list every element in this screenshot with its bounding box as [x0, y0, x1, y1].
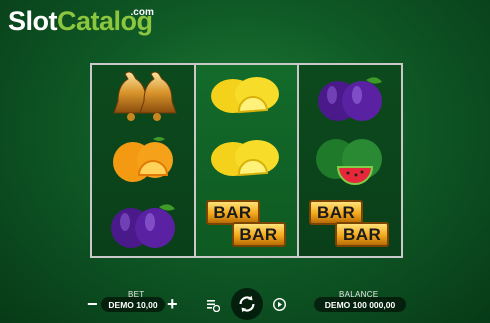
- spin-button[interactable]: [231, 288, 263, 320]
- balance-value: DEMO 100 000,00: [314, 297, 406, 312]
- bells-icon: [95, 68, 191, 126]
- autoplay-icon[interactable]: [206, 298, 221, 313]
- turbo-icon[interactable]: [272, 297, 287, 312]
- slotcatalog-logo: Slot Catalog .com: [8, 6, 154, 36]
- orange-icon: [95, 131, 191, 189]
- bet-value: DEMO 10,00: [101, 297, 165, 312]
- reel-1: [92, 65, 196, 256]
- lemon-icon: [199, 68, 295, 126]
- watermelon-icon: [302, 131, 398, 189]
- reel-2: BAR BAR: [195, 65, 300, 256]
- bar-icon: BAR BAR: [199, 195, 295, 253]
- spin-icon: [239, 295, 255, 313]
- plum-icon: [95, 195, 191, 253]
- reels-area: BAR BAR BAR BAR: [90, 63, 403, 258]
- plum-icon: [302, 68, 398, 126]
- reel-3: BAR BAR: [299, 65, 402, 256]
- bar-symbol-bottom: BAR: [231, 222, 286, 248]
- bet-increase-button[interactable]: +: [167, 295, 178, 313]
- bar-icon: BAR BAR: [302, 195, 398, 253]
- logo-text-com: .com: [130, 7, 154, 18]
- bar-symbol-bottom: BAR: [335, 222, 390, 248]
- bet-decrease-button[interactable]: −: [87, 295, 98, 313]
- logo-text-slot: Slot: [8, 6, 58, 36]
- lemon-icon: [199, 131, 295, 189]
